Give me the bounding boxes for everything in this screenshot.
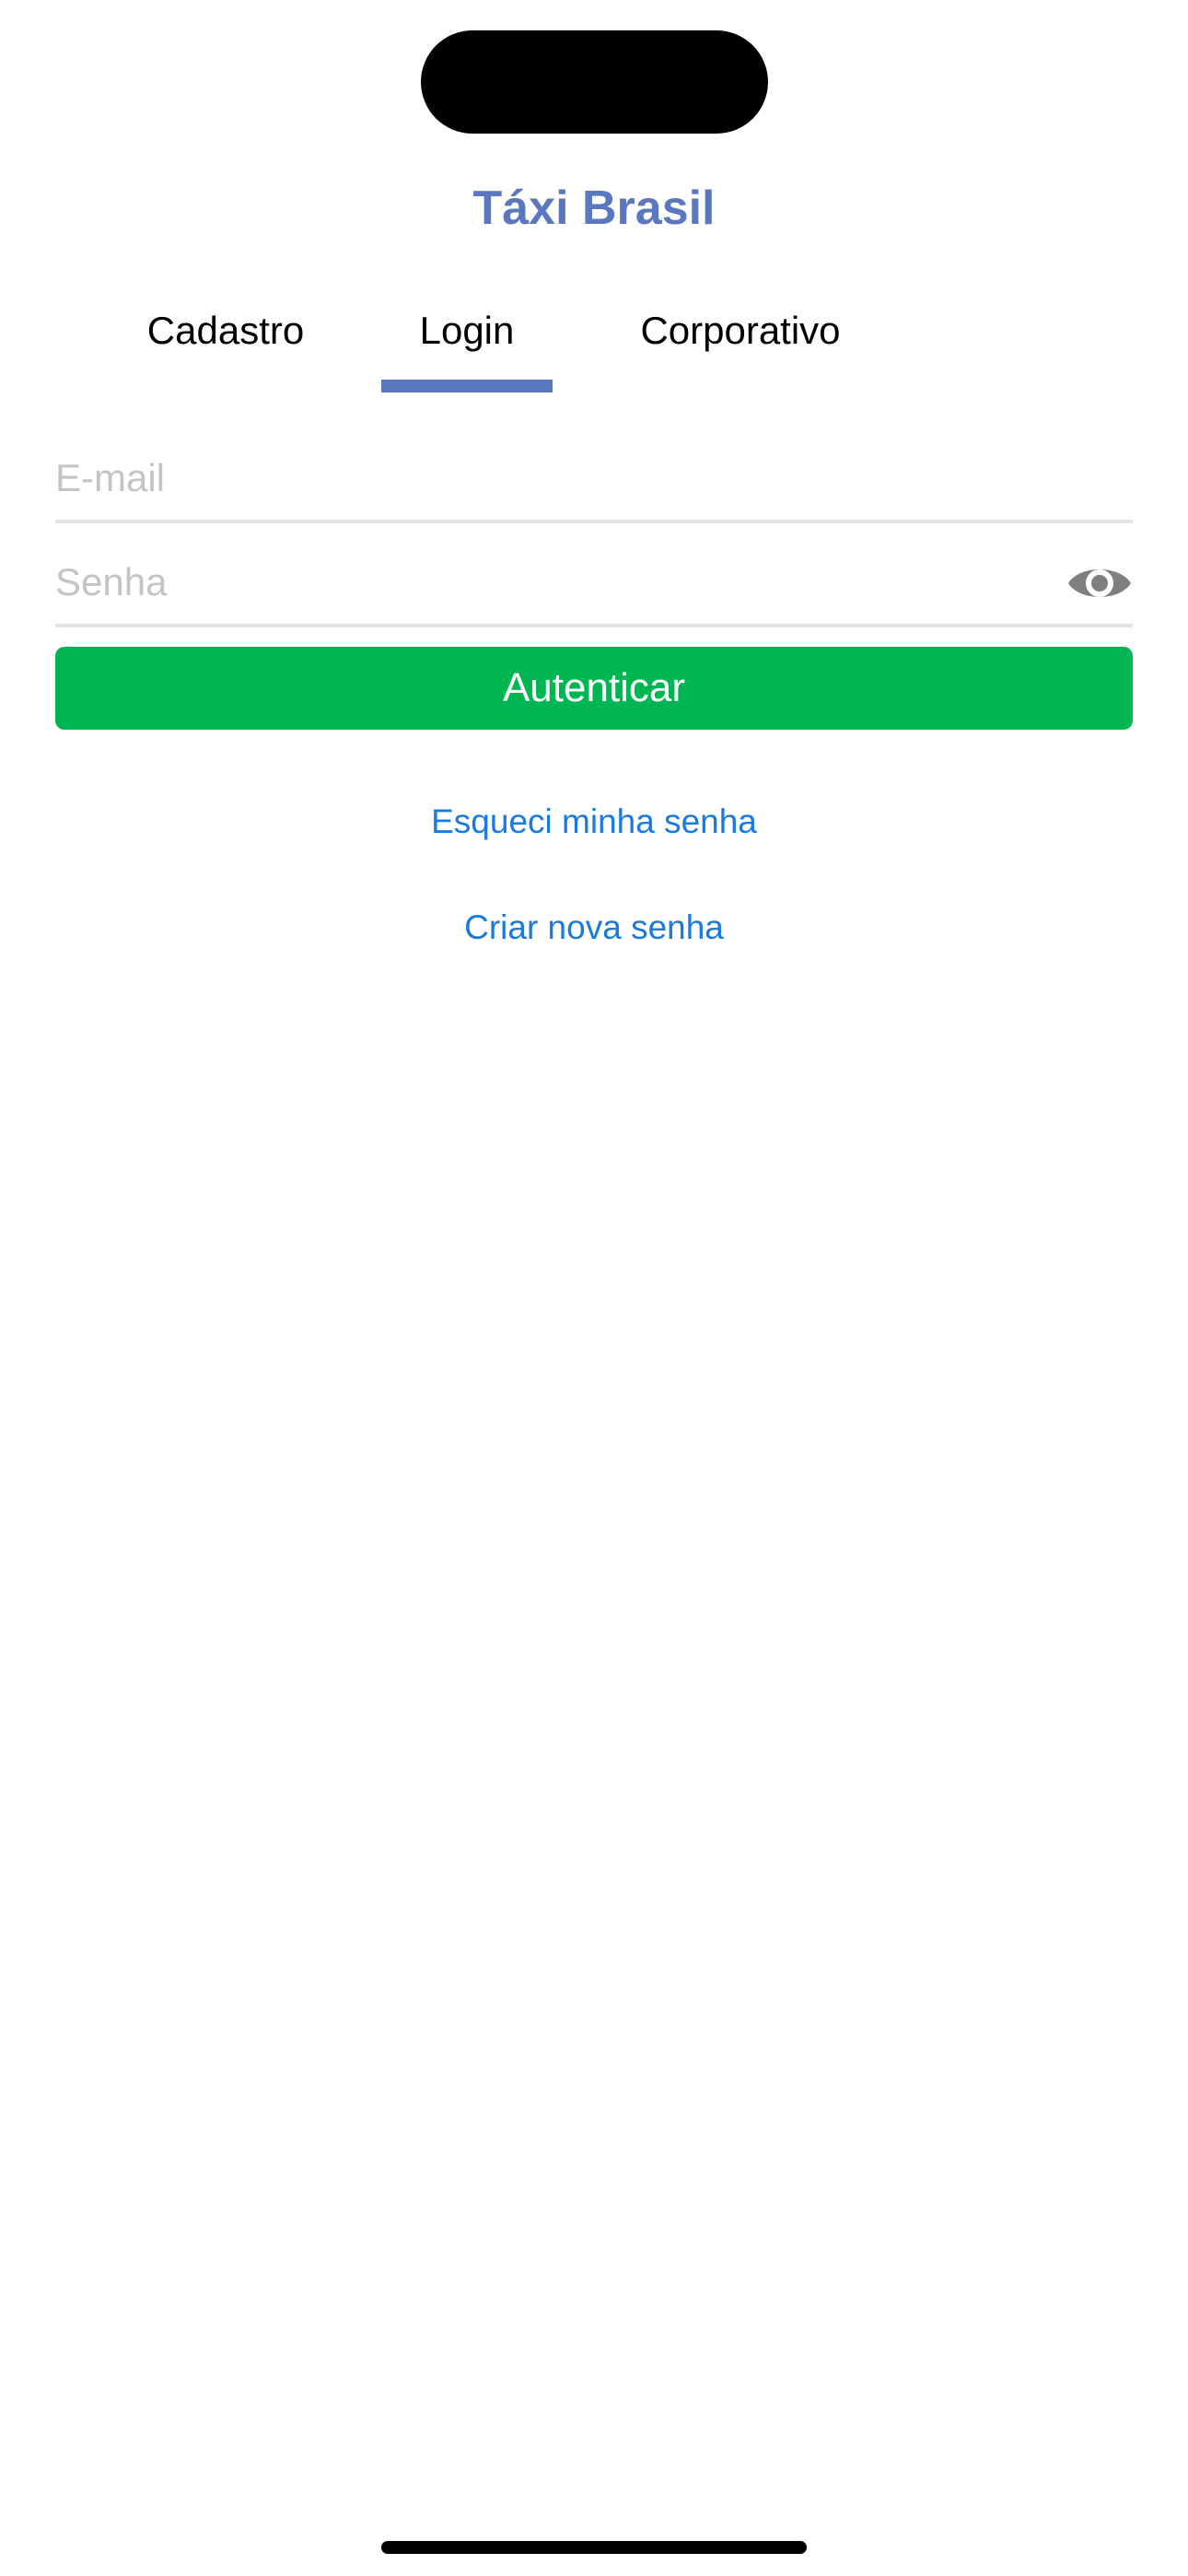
active-tab-indicator — [381, 380, 553, 392]
authenticate-button[interactable]: Autenticar — [55, 647, 1133, 730]
password-input[interactable] — [55, 552, 1031, 613]
password-field — [55, 541, 1133, 627]
tab-cadastro[interactable]: Cadastro — [129, 293, 322, 394]
eye-icon[interactable] — [1066, 559, 1133, 607]
home-indicator[interactable] — [381, 2541, 807, 2554]
forgot-password-link[interactable]: Esqueci minha senha — [0, 798, 1188, 846]
email-field — [55, 437, 1133, 523]
tab-corporativo[interactable]: Corporativo — [623, 293, 858, 394]
email-input[interactable] — [55, 448, 1031, 509]
dynamic-island — [421, 30, 768, 134]
app-title: Táxi Brasil — [472, 181, 716, 235]
create-password-link[interactable]: Criar nova senha — [0, 904, 1188, 952]
tab-bar: Cadastro Login Corporativo — [0, 293, 1188, 394]
